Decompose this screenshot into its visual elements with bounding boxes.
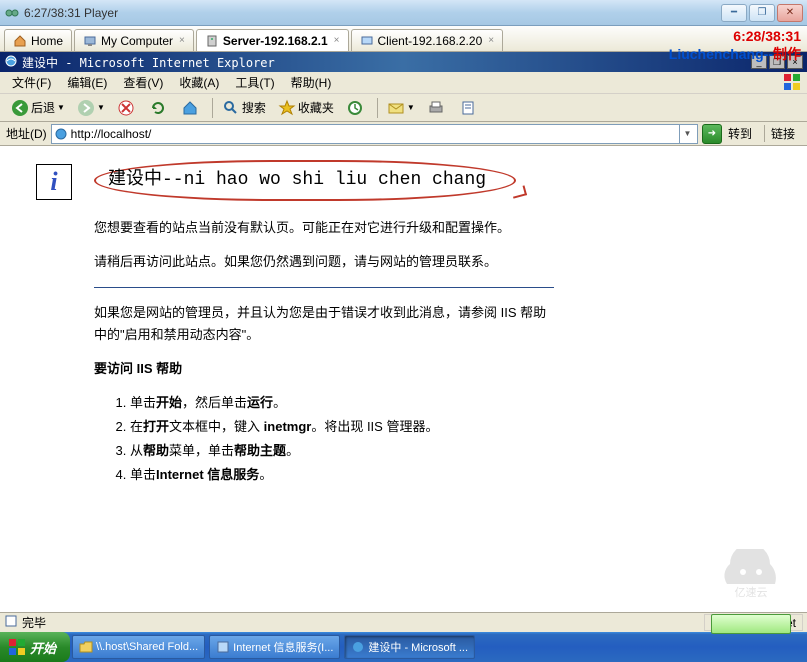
mail-button[interactable]: ▼ (382, 96, 420, 120)
divider (94, 287, 554, 288)
back-icon (11, 99, 29, 117)
home-icon (13, 34, 27, 48)
home-icon (181, 99, 199, 117)
go-label: 转到 (728, 125, 752, 142)
url-input[interactable] (71, 127, 679, 141)
ie-icon (351, 640, 365, 654)
menu-help[interactable]: 帮助(H) (283, 72, 340, 93)
windows-flag-icon (8, 638, 26, 656)
ie-menubar: 文件(F) 编辑(E) 查看(V) 收藏(A) 工具(T) 帮助(H) (0, 72, 807, 94)
menu-edit[interactable]: 编辑(E) (59, 72, 115, 93)
tab-server[interactable]: Server-192.168.2.1 × (196, 29, 349, 51)
tab-label: Home (31, 34, 63, 48)
recording-overlay: 6:28/38:31 Liuchenchang--制作 (669, 28, 801, 64)
forward-icon (77, 99, 95, 117)
tab-label: My Computer (101, 34, 173, 48)
maximize-button[interactable]: ❐ (749, 4, 775, 22)
page-icon (54, 127, 68, 141)
menu-view[interactable]: 查看(V) (115, 72, 171, 93)
ie-icon (4, 54, 18, 71)
address-label: 地址(D) (6, 125, 47, 142)
server-icon (205, 34, 219, 48)
timer-text: 6:28/38:31 (669, 28, 801, 44)
svg-text:亿速云: 亿速云 (735, 586, 768, 599)
folder-icon (79, 640, 93, 654)
player-icon (4, 5, 20, 21)
stop-button[interactable] (112, 96, 142, 120)
menu-file[interactable]: 文件(F) (4, 72, 59, 93)
list-item: 从帮助菜单，单击帮助主题。 (130, 440, 554, 462)
windows-taskbar: 开始 \\.host\Shared Fold... Internet 信息服务(… (0, 632, 807, 662)
start-button[interactable]: 开始 (0, 632, 70, 662)
player-title: 6:27/38:31 Player (24, 6, 118, 20)
print-button[interactable] (422, 96, 452, 120)
taskbar-item-folder[interactable]: \\.host\Shared Fold... (72, 635, 205, 659)
edit-icon (459, 99, 477, 117)
tab-mycomputer[interactable]: My Computer × (74, 29, 194, 51)
content-subheading: 要访问 IIS 帮助 (94, 358, 554, 380)
edit-button[interactable] (454, 96, 484, 120)
list-item: 在打开文本框中，键入 inetmgr。将出现 IIS 管理器。 (130, 416, 554, 438)
separator (212, 98, 213, 118)
computer-icon (83, 34, 97, 48)
instruction-list: 单击开始，然后单击运行。 在打开文本框中，键入 inetmgr。将出现 IIS … (130, 392, 554, 486)
content-para-2: 请稍后再访问此站点。如果您仍然遇到问题，请与网站的管理员联系。 (94, 251, 554, 273)
page-content: i 建设中--ni hao wo shi liu chen chang 您想要查… (0, 146, 807, 612)
list-item: 单击Internet 信息服务。 (130, 464, 554, 486)
yisu-watermark: 亿速云 (715, 549, 787, 604)
search-button[interactable]: 搜索 (217, 96, 271, 120)
ie-title-text: 建设中 - Microsoft Internet Explorer (22, 54, 275, 71)
ie-toolbar: 后退 ▼ ▼ 搜索 收藏夹 ▼ (0, 94, 807, 122)
tab-close-icon[interactable]: × (334, 35, 340, 46)
client-icon (360, 34, 374, 48)
stop-icon (117, 99, 135, 117)
mail-icon (387, 99, 405, 117)
star-icon (278, 99, 296, 117)
page-icon (4, 614, 18, 631)
menu-tools[interactable]: 工具(T) (227, 72, 282, 93)
status-text: 完毕 (22, 614, 46, 631)
chevron-down-icon: ▼ (97, 103, 105, 112)
menu-favorites[interactable]: 收藏(A) (171, 72, 227, 93)
home-button[interactable] (176, 96, 206, 120)
iis-icon (216, 640, 230, 654)
go-button[interactable]: ➜ (702, 124, 722, 144)
refresh-icon (149, 99, 167, 117)
search-icon (222, 99, 240, 117)
chevron-down-icon: ▼ (407, 103, 415, 112)
back-button[interactable]: 后退 ▼ (6, 96, 70, 120)
minimize-button[interactable]: ━ (721, 4, 747, 22)
close-button[interactable]: ✕ (777, 4, 803, 22)
taskbar-item-iis[interactable]: Internet 信息服务(I... (209, 635, 340, 659)
info-icon: i (36, 164, 72, 200)
author-watermark: Liuchenchang--制作 (669, 44, 801, 64)
list-item: 单击开始，然后单击运行。 (130, 392, 554, 414)
player-titlebar: 6:27/38:31 Player ━ ❐ ✕ (0, 0, 807, 26)
history-icon (346, 99, 364, 117)
tab-label: Server-192.168.2.1 (223, 34, 328, 48)
content-para-3: 如果您是网站的管理员，并且认为您是由于错误才收到此消息，请参阅 IIS 帮助中的… (94, 302, 554, 346)
page-heading: 建设中--ni hao wo shi liu chen chang (94, 160, 516, 201)
address-bar: 地址(D) ▼ ➜ 转到 链接 (0, 122, 807, 146)
tab-client[interactable]: Client-192.168.2.20 × (351, 29, 504, 51)
taskbar-item-ie[interactable]: 建设中 - Microsoft ... (344, 635, 475, 659)
refresh-button[interactable] (144, 96, 174, 120)
url-box[interactable]: ▼ (51, 124, 698, 144)
tab-label: Client-192.168.2.20 (378, 34, 483, 48)
history-button[interactable] (341, 96, 371, 120)
links-label[interactable]: 链接 (764, 125, 795, 142)
ie-statusbar: 完毕 本地 Intranet (0, 612, 807, 632)
chevron-down-icon: ▼ (57, 103, 65, 112)
separator (377, 98, 378, 118)
url-dropdown-button[interactable]: ▼ (679, 125, 695, 143)
print-icon (427, 99, 445, 117)
tab-close-icon[interactable]: × (179, 35, 185, 46)
forward-button[interactable]: ▼ (72, 96, 110, 120)
content-para-1: 您想要查看的站点当前没有默认页。可能正在对它进行升级和配置操作。 (94, 217, 554, 239)
windows-flag-icon (783, 73, 803, 91)
tab-close-icon[interactable]: × (488, 35, 494, 46)
popup-panel[interactable] (711, 614, 791, 634)
tab-home[interactable]: Home (4, 29, 72, 51)
favorites-button[interactable]: 收藏夹 (273, 96, 339, 120)
